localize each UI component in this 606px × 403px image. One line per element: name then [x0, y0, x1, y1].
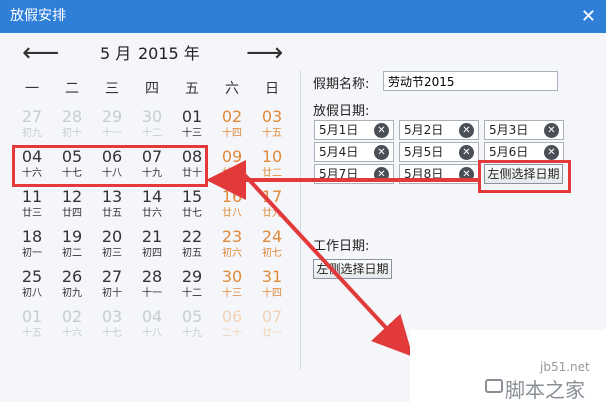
holiday-dialog: 放假安排 ✕ ⟵ 5 月 2015 年 ⟶ 一二三四五六日 27 初九 28 初十 29…	[0, 0, 606, 402]
arrow-to-corner-icon	[238, 168, 413, 357]
watermark-logo-icon	[485, 379, 503, 393]
watermark-brand: 脚本之家	[505, 378, 585, 402]
watermark-site: jb51.net	[540, 360, 590, 374]
